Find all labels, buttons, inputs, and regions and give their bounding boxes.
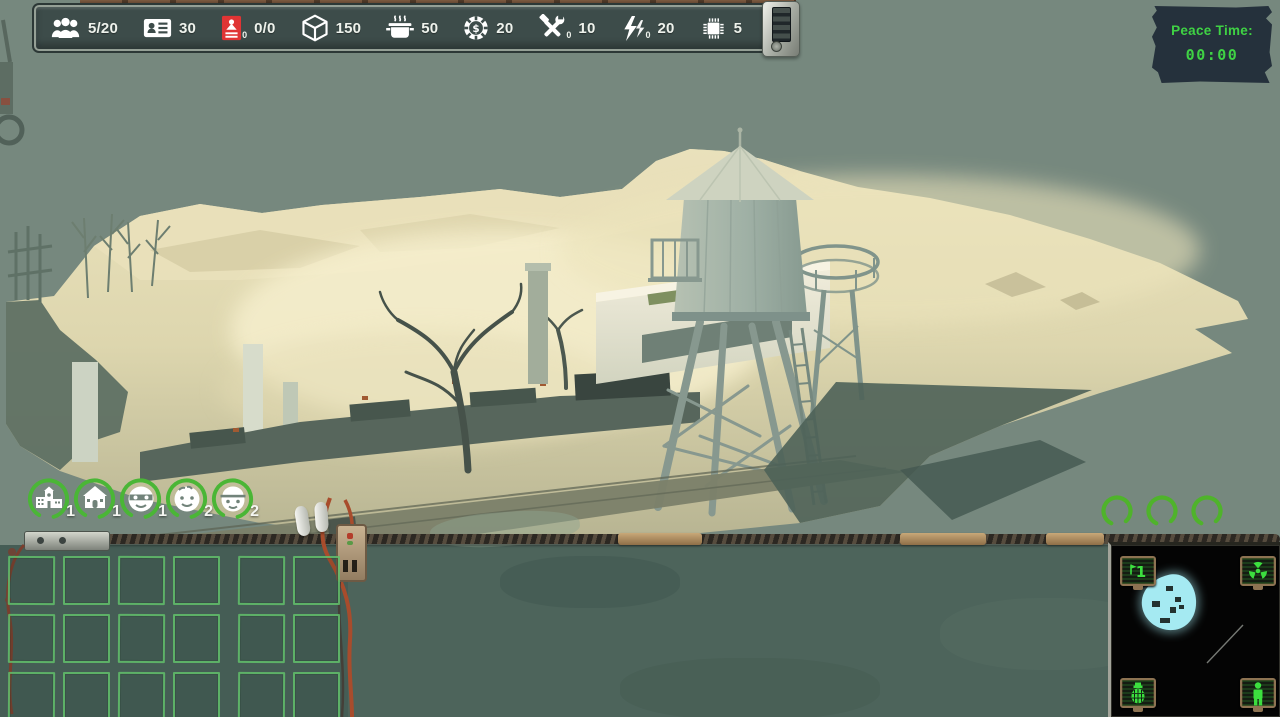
- rope-wrap: [900, 533, 986, 545]
- resource-value: 10: [578, 20, 595, 37]
- peace-timer-label: Peace Time:: [1152, 23, 1272, 38]
- shelter-building-icon: [77, 481, 113, 517]
- inventory-slot[interactable]: [238, 672, 285, 717]
- inventory-slot[interactable]: [293, 556, 340, 605]
- resource-sub-value: 0: [566, 30, 571, 40]
- materials-crate-icon: [301, 14, 329, 42]
- grenade-icon: [1122, 680, 1154, 706]
- population-resource: 5/20: [50, 16, 118, 40]
- resource-bar: 5/20 30 0 0/0 150 50 $20 0 10 0 20 5: [36, 7, 794, 49]
- peace-timer-panel: Peace Time: 00:00: [1152, 6, 1272, 83]
- fuse-cylinder: [314, 502, 329, 533]
- metal-bracket: [24, 531, 110, 551]
- resource-value: 150: [336, 20, 362, 37]
- inventory-slot[interactable]: [293, 672, 340, 717]
- shelter-building-badge[interactable]: 1: [72, 476, 117, 522]
- inventory-slot[interactable]: [173, 672, 220, 717]
- resource-value: 20: [658, 20, 675, 37]
- raider-face-icon: [123, 481, 159, 517]
- electronics-chip-resource: 5: [700, 15, 743, 42]
- marker-1-icon: 1: [1122, 558, 1154, 584]
- inventory-slot[interactable]: [173, 556, 220, 605]
- unit-count: 2: [250, 503, 259, 521]
- resource-value: 50: [421, 20, 438, 37]
- energy-bolt-resource: 0 20: [621, 15, 675, 42]
- map-scratch: [1207, 625, 1243, 663]
- inventory-grid: [8, 556, 330, 717]
- person-icon: [1242, 680, 1274, 706]
- resource-value: 5: [734, 20, 743, 37]
- waypoint-1-button[interactable]: 1: [1120, 556, 1156, 586]
- survivor-button[interactable]: [1240, 678, 1276, 708]
- inventory-slot[interactable]: [238, 556, 285, 605]
- radiation-button[interactable]: [1240, 556, 1276, 586]
- unit-summary-row: 1 1 1 2 2: [26, 476, 255, 522]
- food-pot-resource: 50: [386, 15, 438, 41]
- status-ring: [1100, 492, 1134, 530]
- raider-face-badge[interactable]: 1: [118, 476, 163, 522]
- rope-wrap: [1046, 533, 1104, 545]
- tools-icon: [538, 14, 566, 42]
- money-chip-resource: $20: [463, 15, 513, 41]
- status-ring-row: [1100, 492, 1224, 530]
- materials-crate-resource: 150: [301, 14, 362, 42]
- bar-end-device: [762, 1, 800, 57]
- inventory-slot[interactable]: [118, 614, 165, 663]
- energy-bolt-icon: [621, 15, 646, 42]
- inventory-slot[interactable]: [118, 672, 165, 717]
- inventory-slot[interactable]: [8, 614, 55, 663]
- shelter-alert-icon: [221, 15, 242, 41]
- status-ring: [1145, 492, 1179, 530]
- inventory-slot[interactable]: [63, 614, 110, 663]
- tools-resource: 0 10: [538, 14, 595, 42]
- svg-text:$: $: [473, 23, 480, 35]
- child-face-icon: [169, 481, 205, 517]
- rope-wrap: [618, 533, 702, 545]
- left-edge-machine: [0, 20, 22, 143]
- worker-face-icon: [215, 481, 251, 517]
- resource-sub-value: 0: [242, 30, 247, 40]
- camo-patch: [500, 556, 680, 608]
- worker-face-badge[interactable]: 2: [210, 476, 255, 522]
- game-screen: 5/20 30 0 0/0 150 50 $20 0 10 0 20 5 Peace …: [0, 0, 1280, 717]
- child-face-badge[interactable]: 2: [164, 476, 209, 522]
- resource-value: 0/0: [254, 20, 275, 37]
- population-icon: [50, 16, 81, 40]
- food-pot-icon: [386, 15, 414, 41]
- resource-value: 20: [496, 20, 513, 37]
- knob-icon: [771, 41, 782, 52]
- peace-timer-value: 00:00: [1152, 46, 1272, 64]
- inventory-slot[interactable]: [238, 614, 285, 663]
- residents-card-resource: 30: [143, 17, 196, 39]
- resource-value: 30: [179, 20, 196, 37]
- shelter-alert-resource: 0 0/0: [221, 15, 275, 41]
- inventory-slot[interactable]: [8, 556, 55, 605]
- frame-pipe: [80, 0, 796, 6]
- camo-patch: [620, 658, 880, 717]
- resource-value: 5/20: [88, 20, 118, 37]
- grenade-button[interactable]: [1120, 678, 1156, 708]
- inventory-slot[interactable]: [173, 614, 220, 663]
- inventory-slot[interactable]: [118, 556, 165, 605]
- status-ring: [1190, 492, 1224, 530]
- resource-sub-value: 0: [646, 30, 651, 40]
- inventory-slot[interactable]: [293, 614, 340, 663]
- power-plug-box: [336, 524, 367, 582]
- residents-card-icon: [143, 17, 172, 39]
- electronics-chip-icon: [700, 15, 727, 42]
- school-building-badge[interactable]: 1: [26, 476, 71, 522]
- radiation-icon: [1242, 558, 1274, 584]
- inventory-slot[interactable]: [63, 556, 110, 605]
- money-chip-icon: $: [463, 15, 489, 41]
- inventory-slot[interactable]: [8, 672, 55, 717]
- minimap[interactable]: 1: [1108, 542, 1280, 717]
- inventory-slot[interactable]: [63, 672, 110, 717]
- school-building-icon: [31, 481, 67, 517]
- svg-text:1: 1: [1136, 563, 1146, 581]
